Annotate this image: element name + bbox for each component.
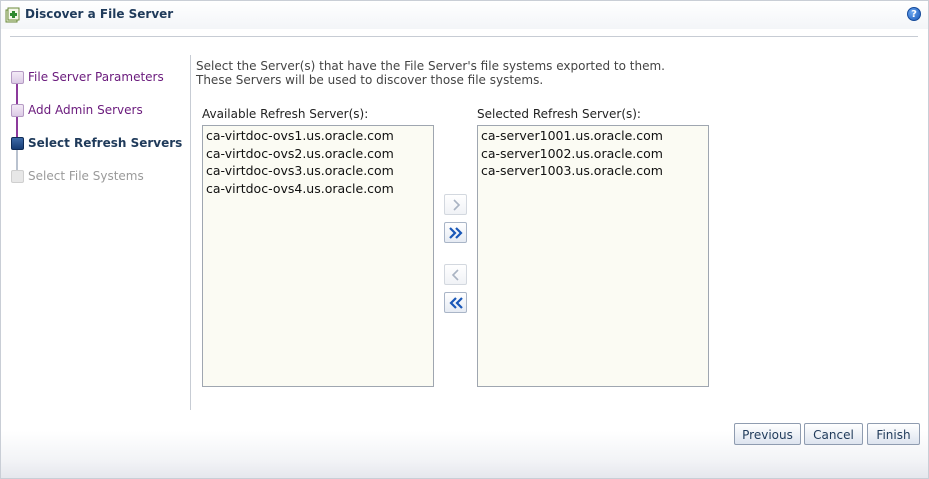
train-connector [16, 117, 18, 138]
discover-file-server-dialog: Discover a File Server ? File Server Par… [0, 0, 929, 479]
button-label-part: Previ [742, 428, 772, 442]
list-item[interactable]: ca-virtdoc-ovs3.us.oracle.com [206, 162, 430, 180]
finish-button[interactable]: Finish [867, 423, 920, 445]
button-label-part: inish [882, 428, 911, 442]
button-label-part: us [779, 428, 793, 442]
step-marker-icon [11, 104, 24, 117]
instructions-line: Select the Server(s) that have the File … [196, 59, 665, 73]
button-accesskey: C [813, 428, 822, 442]
step-label[interactable]: Add Admin Servers [28, 103, 143, 117]
double-chevron-right-icon [449, 227, 463, 239]
remove-all-button[interactable] [444, 292, 467, 313]
list-item[interactable]: ca-virtdoc-ovs2.us.oracle.com [206, 145, 430, 163]
button-label-part: ancel [821, 428, 854, 442]
title-separator [10, 36, 918, 37]
train-connector [16, 150, 18, 171]
list-item[interactable]: ca-virtdoc-ovs1.us.oracle.com [206, 127, 430, 145]
chevron-right-icon [453, 199, 461, 211]
dialog-titlebar: Discover a File Server ? [1, 1, 928, 29]
list-item[interactable]: ca-server1003.us.oracle.com [481, 162, 705, 180]
file-server-add-icon [5, 7, 21, 23]
list-item[interactable]: ca-server1001.us.oracle.com [481, 127, 705, 145]
list-item[interactable]: ca-virtdoc-ovs4.us.oracle.com [206, 180, 430, 198]
move-all-button[interactable] [444, 222, 467, 243]
cancel-button[interactable]: Cancel [804, 423, 863, 445]
step-label: Select Refresh Servers [28, 136, 183, 150]
step-marker-icon [11, 137, 24, 150]
move-selected-button[interactable] [444, 194, 467, 215]
button-accesskey: o [771, 428, 779, 442]
step-label: Select File Systems [28, 169, 144, 183]
selected-list-label: Selected Refresh Server(s): [477, 107, 641, 121]
instructions-text: Select the Server(s) that have the File … [196, 59, 665, 87]
dialog-title: Discover a File Server [25, 7, 174, 21]
available-list-label: Available Refresh Server(s): [202, 107, 369, 121]
chevron-left-icon [451, 269, 459, 281]
remove-selected-button[interactable] [444, 264, 467, 285]
list-item[interactable]: ca-server1002.us.oracle.com [481, 145, 705, 163]
step-marker-icon [11, 170, 24, 183]
available-servers-listbox[interactable]: ca-virtdoc-ovs1.us.oracle.com ca-virtdoc… [202, 125, 434, 387]
instructions-line: These Servers will be used to discover t… [196, 73, 544, 87]
double-chevron-left-icon [449, 297, 463, 309]
step-label[interactable]: File Server Parameters [28, 70, 164, 84]
train-connector [16, 84, 18, 105]
help-icon[interactable]: ? [907, 7, 921, 21]
selected-servers-listbox[interactable]: ca-server1001.us.oracle.com ca-server100… [477, 125, 709, 387]
content-divider [190, 55, 191, 410]
step-marker-icon [11, 71, 24, 84]
previous-button[interactable]: Previous [734, 423, 801, 445]
